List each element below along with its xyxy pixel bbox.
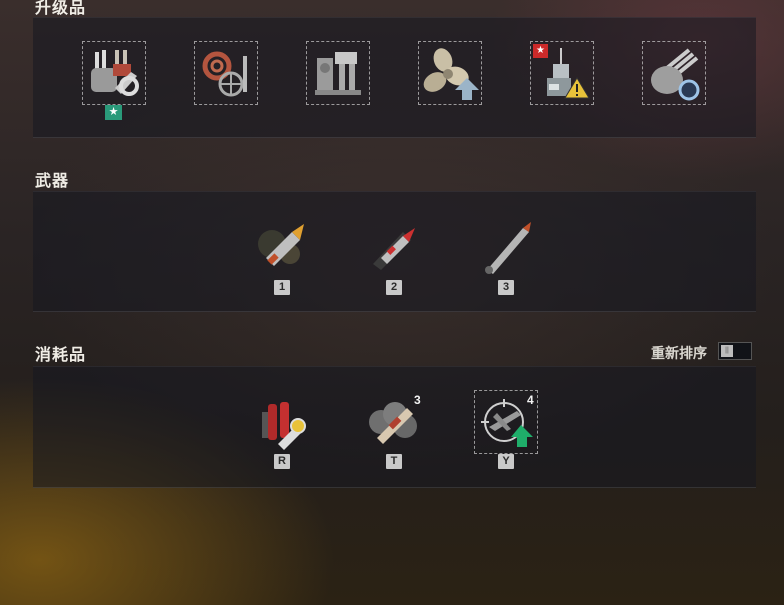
weapons-title: 武器 [35,173,70,190]
upgrades-title: 升级品 [35,0,87,17]
gun-reload-upgrade-icon [651,48,700,101]
weapon-he-shell[interactable] [250,216,312,278]
upgrade-slot-gun-reload[interactable] [642,41,706,105]
weapon-ap-shell[interactable] [363,216,425,278]
hotkey-badge: R [274,454,290,469]
ap-shell-icon [373,228,415,270]
hotkey-badge: T [386,454,402,469]
upgrade-star-badge: ★ [105,105,122,120]
consumable-charges-count: 3 [414,393,421,407]
he-shell-icon [258,224,304,266]
reorder-label: 重新排序 [651,345,707,361]
torpedo-icon [485,222,531,274]
propulsion-upgrade-icon [423,48,479,100]
damage-control-upgrade-icon [202,51,247,97]
damage-control-party-icon [262,402,306,450]
hotkey-badge: Y [498,454,514,469]
reorder-toggle[interactable]: || [718,342,752,360]
upgrade-slot-damage-control[interactable] [194,41,258,105]
upgrade-slot-engine-room[interactable] [306,41,370,105]
main-battery-upgrade-icon [91,50,139,96]
upgrade-red-star-badge: ★ [533,44,548,58]
upgrade-slot-main-battery[interactable] [82,41,146,105]
engine-room-upgrade-icon [315,52,361,95]
upgrade-slot-propulsion[interactable] [418,41,482,105]
consumable-damage-control-party[interactable] [250,390,312,452]
toggle-knob: || [721,345,733,357]
hotkey-badge: 1 [274,280,290,295]
hotkey-badge: 2 [386,280,402,295]
consumable-charges-count: 4 [527,393,534,407]
hotkey-badge: 3 [498,280,514,295]
weapon-torpedo[interactable] [475,216,537,278]
consumables-title: 消耗品 [35,347,87,364]
